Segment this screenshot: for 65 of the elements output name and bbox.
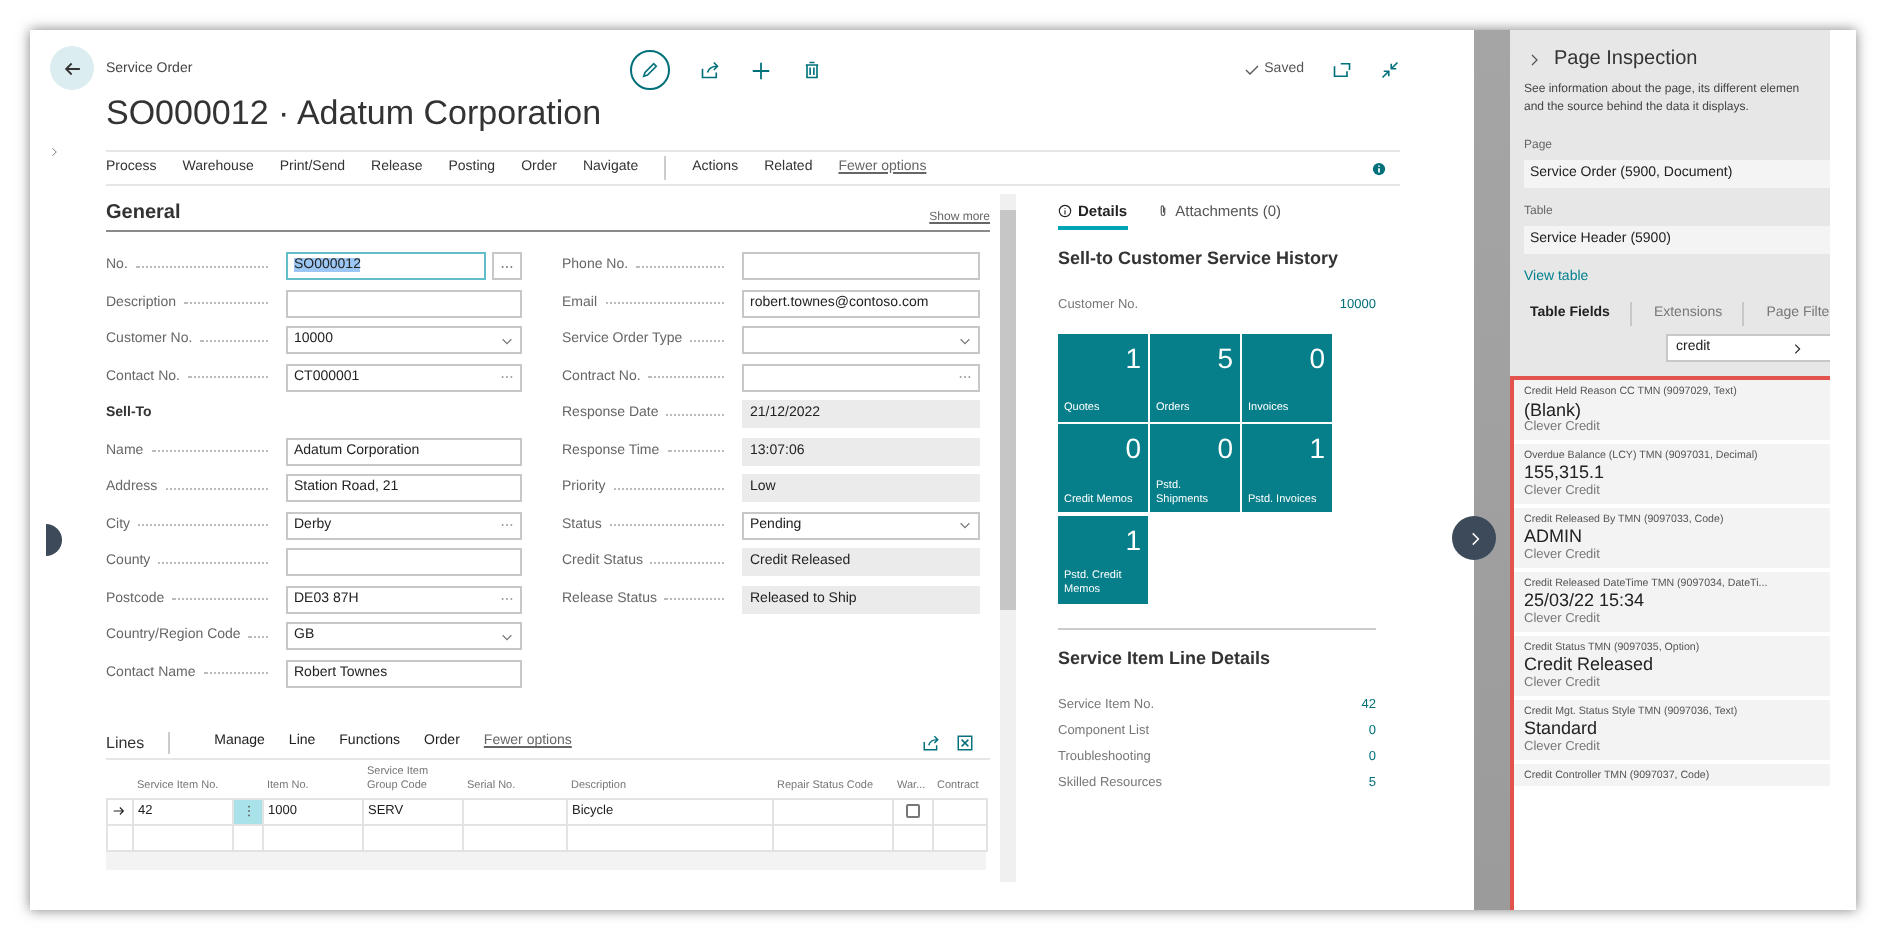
chevron-down-icon bbox=[500, 629, 514, 644]
section-title: Service Item Line Details bbox=[1058, 647, 1273, 669]
leader-line bbox=[650, 561, 724, 564]
check-icon bbox=[1244, 61, 1261, 78]
plus-icon[interactable] bbox=[750, 59, 772, 81]
leader-line bbox=[165, 487, 268, 490]
leader-line bbox=[636, 265, 724, 268]
chevron-down-icon bbox=[958, 518, 972, 533]
section-title: Sell-to Customer Service History bbox=[1058, 248, 1341, 270]
input-field[interactable] bbox=[742, 363, 980, 392]
leader-line bbox=[135, 265, 268, 268]
leader-line bbox=[613, 487, 724, 490]
pencil-icon bbox=[640, 60, 660, 80]
leader-line bbox=[151, 450, 268, 453]
field-value: 155,315.1 bbox=[1524, 462, 1607, 484]
chevron-down-icon bbox=[958, 333, 972, 348]
leader-line bbox=[609, 524, 724, 527]
chevron-right-icon[interactable] bbox=[1526, 52, 1542, 68]
input-field[interactable] bbox=[286, 548, 522, 577]
chevron-right-icon[interactable] bbox=[48, 146, 60, 158]
leader-line bbox=[138, 524, 268, 527]
input-field[interactable] bbox=[286, 289, 522, 318]
back-arrow-icon bbox=[61, 57, 83, 79]
leader-line bbox=[605, 302, 724, 305]
info-icon bbox=[1058, 204, 1072, 218]
leader-line bbox=[667, 450, 724, 453]
leader-line bbox=[648, 376, 724, 379]
leader-line bbox=[203, 672, 268, 675]
share-icon[interactable] bbox=[700, 60, 720, 80]
grid-icon[interactable] bbox=[956, 734, 974, 752]
section-title: General bbox=[106, 202, 181, 226]
collapse-icon[interactable] bbox=[1380, 60, 1400, 80]
section-title: Lines bbox=[106, 733, 145, 753]
chevron-down-icon bbox=[500, 333, 514, 348]
field-value: 25/03/22 15:34 bbox=[1524, 590, 1647, 612]
expand-button[interactable] bbox=[46, 524, 62, 556]
leader-line bbox=[666, 413, 724, 416]
panel-title: Page Inspection bbox=[1554, 48, 1698, 72]
leader-line bbox=[690, 339, 724, 342]
field-value: ADMIN bbox=[1524, 526, 1584, 548]
trash-icon[interactable] bbox=[802, 60, 822, 80]
field-value: Standard bbox=[1524, 718, 1600, 740]
page-title: SO000012 · Adatum Corporation bbox=[106, 94, 604, 134]
leader-line bbox=[158, 561, 268, 564]
leader-line bbox=[172, 598, 268, 601]
leader-line bbox=[664, 598, 724, 601]
checkbox[interactable] bbox=[906, 803, 920, 818]
leader-line bbox=[187, 376, 268, 379]
share-icon[interactable] bbox=[922, 734, 940, 752]
scrollbar[interactable] bbox=[1000, 194, 1016, 882]
leader-line bbox=[184, 302, 268, 305]
leader-line bbox=[248, 635, 268, 638]
panel-splitter[interactable] bbox=[1474, 30, 1510, 910]
row-arrow-icon bbox=[112, 804, 126, 819]
edit-button[interactable] bbox=[630, 50, 670, 90]
paperclip-icon bbox=[1155, 204, 1170, 218]
leader-line bbox=[200, 339, 268, 342]
chevron-right-icon bbox=[1790, 341, 1805, 356]
back-button[interactable] bbox=[50, 46, 94, 90]
info-icon[interactable] bbox=[1372, 161, 1386, 175]
open-new-icon[interactable] bbox=[1332, 60, 1352, 80]
field-value: Credit Released bbox=[1524, 654, 1656, 676]
input-field[interactable] bbox=[742, 252, 980, 281]
input-field[interactable] bbox=[742, 326, 980, 355]
field-value: (Blank) bbox=[1524, 399, 1584, 420]
